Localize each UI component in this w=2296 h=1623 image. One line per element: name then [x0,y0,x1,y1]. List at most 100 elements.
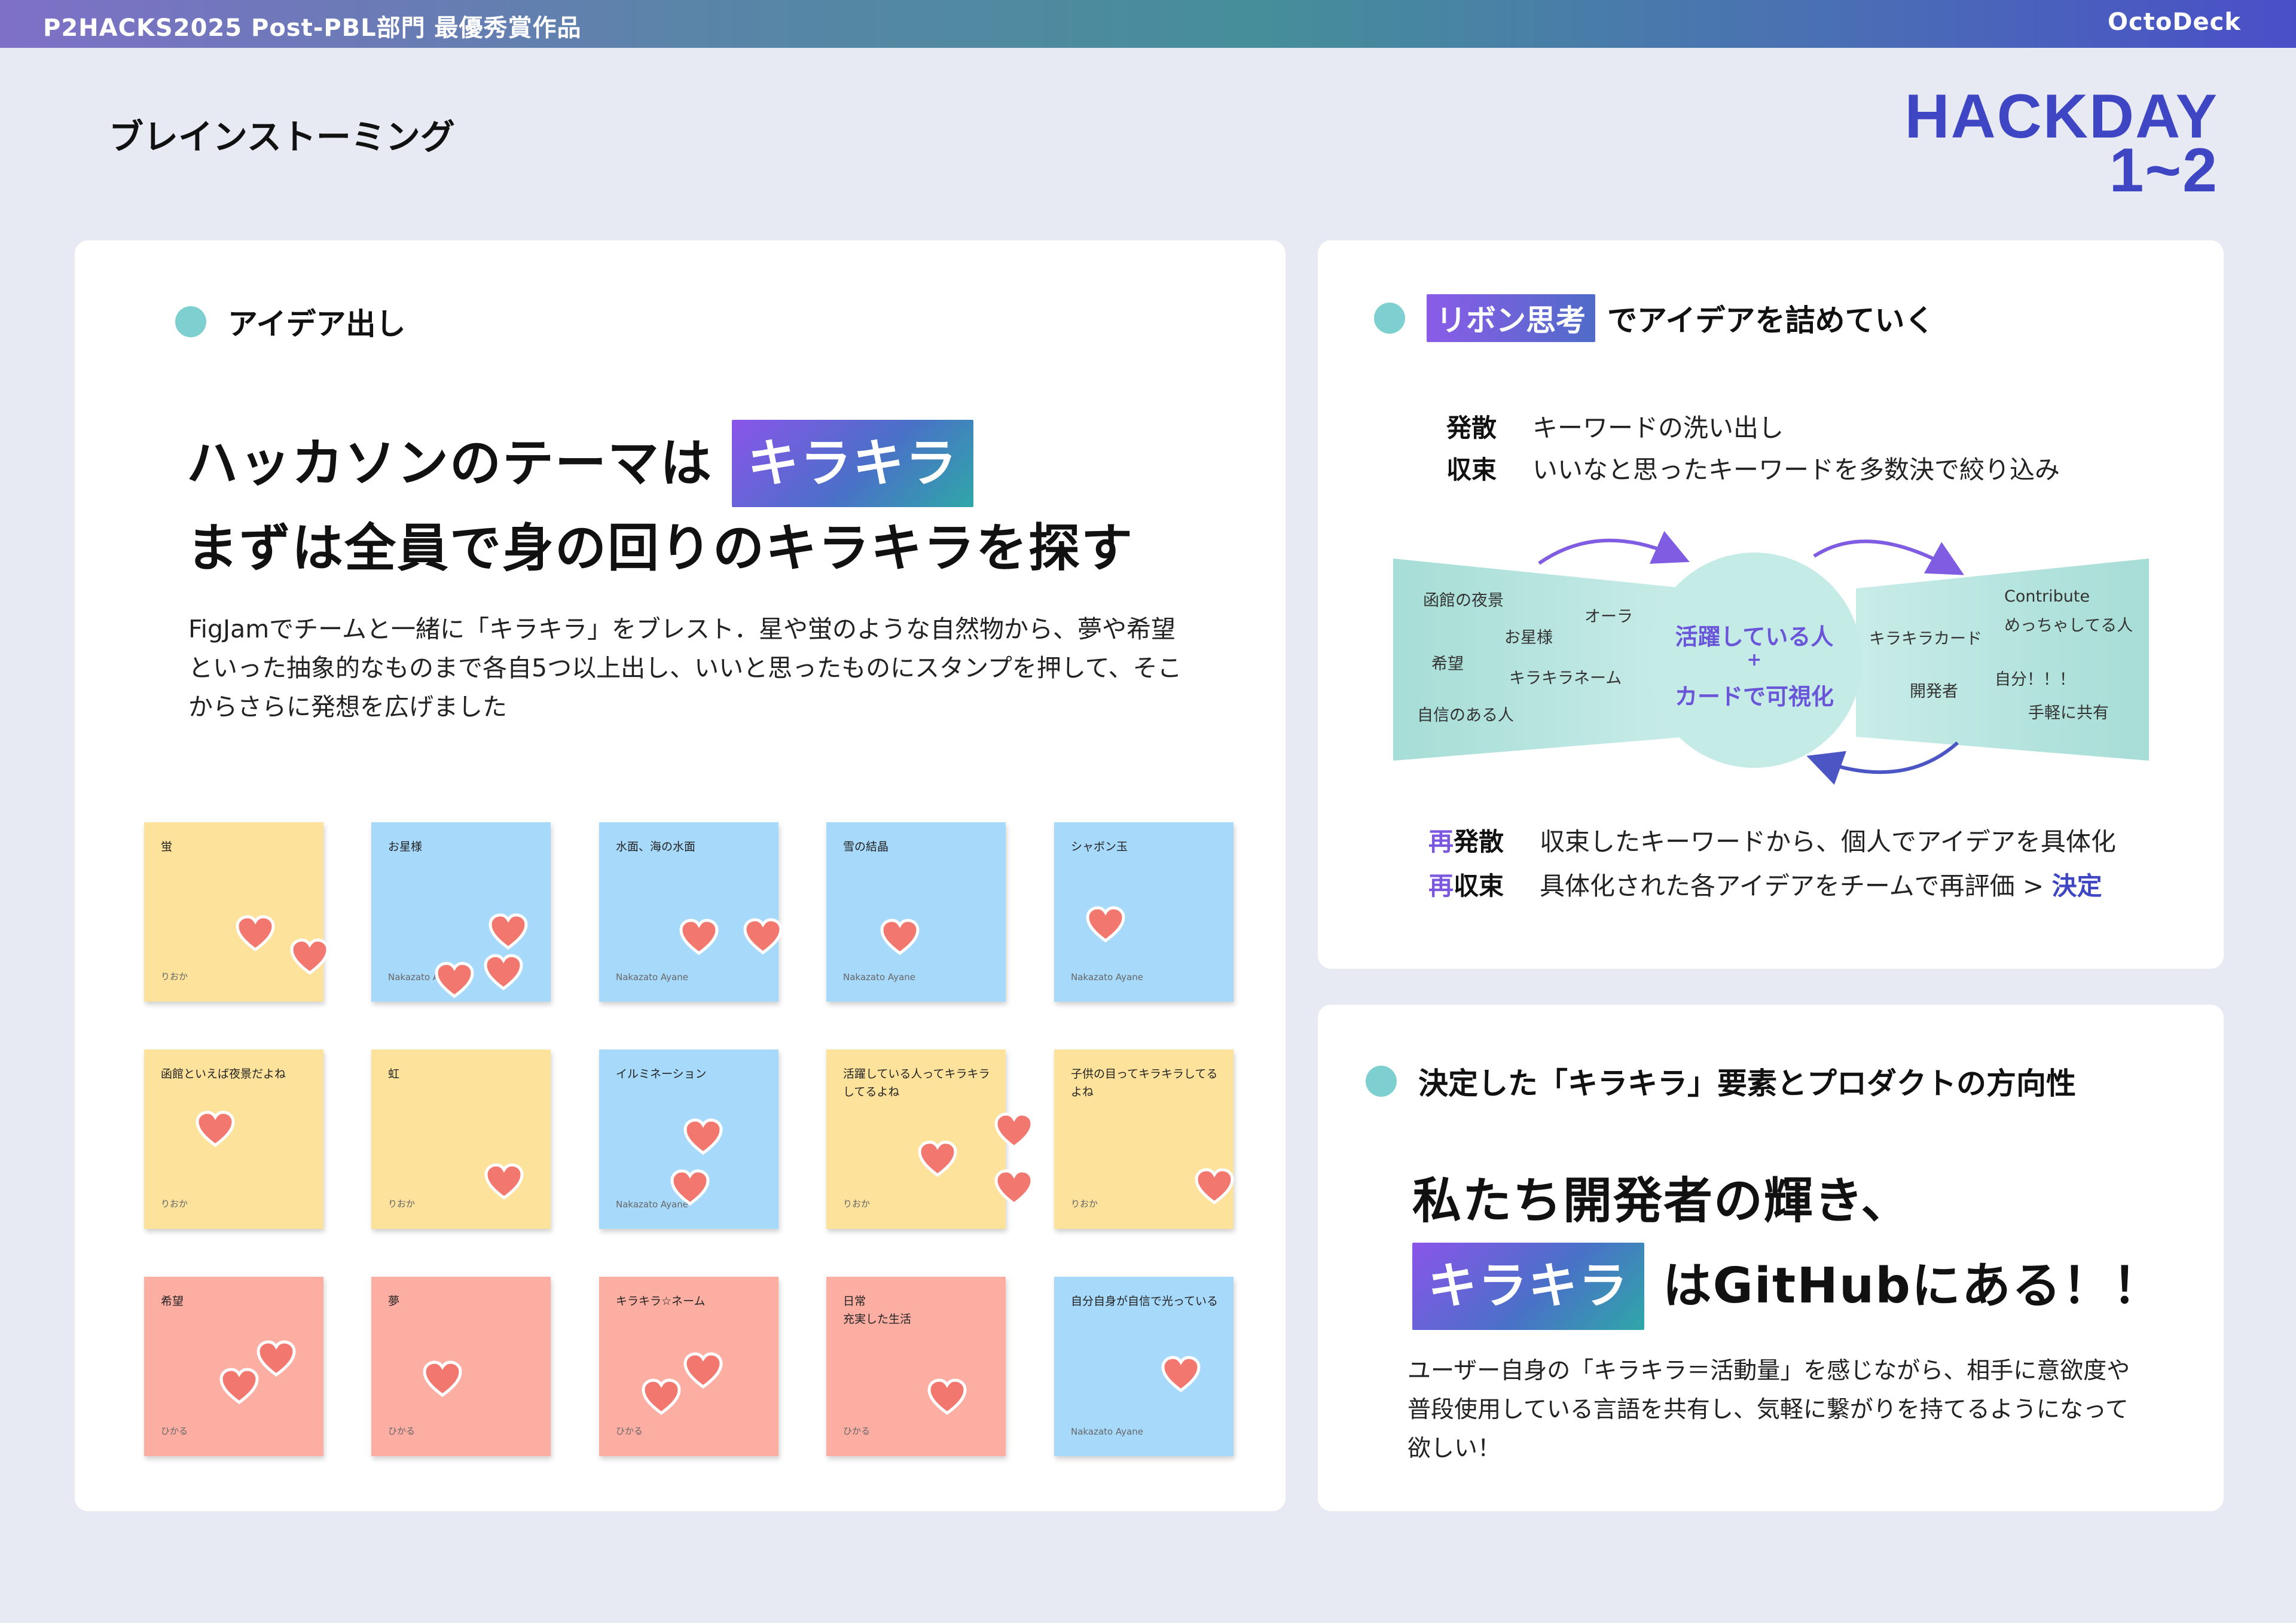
sticky-note-author: りおか [388,1198,416,1209]
sticky-note-author: Nakazato Ayane [1071,1426,1143,1437]
heart-stamp-icon [641,1378,682,1415]
re-converge-row: 再収束 具体化された各アイデアをチームで再評価 > 決定 [1428,866,2102,902]
sticky-note-text: 希望 [161,1295,184,1308]
heart-stamp-icon [1194,1168,1235,1205]
keyword: 希望 [1431,655,1464,673]
heart-stamp-icon [917,1140,958,1177]
sticky-note-author: Nakazato Ayane [1071,972,1143,983]
heart-stamp-icon [683,1118,723,1155]
sticky-note: 活躍している人ってキラキラしてるよねりおか [826,1050,1034,1229]
heart-stamp-icon [994,1112,1034,1149]
sticky-note-author: りおか [161,1198,188,1209]
heart-stamp-icon [483,954,524,991]
sticky-note-text: 自分自身が自信で光っている [1071,1295,1219,1308]
arrow-icon [1806,741,1959,785]
ideas-heading: アイデア出し [175,300,406,343]
sticky-note-text: 雪の結晶 [843,840,889,853]
heart-stamp-icon [670,1169,710,1206]
heart-stamp-icon [434,962,475,999]
heart-stamp-icon [235,915,276,952]
heart-stamp-icon [994,1169,1034,1206]
arrow-icon [1538,530,1690,565]
decided-heading-text: 決定した「キラキラ」要素とプロダクトの方向性 [1418,1066,2076,1101]
decided-para-line: 普段使用している言語を共有し、気軽に繋がりを持てるようになって [1407,1396,2129,1423]
kirakira-badge: キラキラ [731,420,973,507]
sticky-note: イルミネーション Nakazato Ayane [599,1050,778,1229]
heart-stamp-icon [1085,906,1126,943]
heart-stamp-icon [880,919,920,956]
top-banner: P2HACKS2025 Post-PBL部門 最優秀賞作品 OctoDeck [0,0,2296,48]
sticky-note-text: イルミネーション [616,1067,707,1081]
decided-card: 決定した「キラキラ」要素とプロダクトの方向性 私たち開発者の輝き、 キラキラ は… [1318,1005,2224,1511]
sticky-note: 自分自身が自信で光っている Nakazato Ayane [1054,1277,1234,1456]
center-plus: + [1747,649,1762,670]
sticky-note-text: 函館といえば夜景だよね [161,1067,286,1081]
sticky-note-text: 虹 [388,1067,400,1081]
ideas-para-line: からさらに発想を広げました [188,692,507,721]
keyword: めっちゃしてる人 [2004,617,2133,635]
keyword: 函館の夜景 [1423,591,1504,610]
sticky-note-text: お星様 [388,840,423,853]
heart-stamp-icon [683,1352,723,1389]
keyword: 自信のある人 [1417,706,1514,725]
re-prefix: 再 [1428,871,1454,901]
sticky-note: 雪の結晶 Nakazato Ayane [826,822,1006,1002]
sticky-note-author: りおか [843,1198,871,1209]
sticky-note: 夢ひかる [371,1277,551,1456]
arrow-icon [1813,539,1964,575]
heart-stamp-icon [679,919,719,956]
keyword: キラキラネーム [1509,669,1622,688]
product-name: OctoDeck [2108,8,2241,36]
sticky-note-author: ひかる [161,1426,188,1436]
bullet-dot-icon [1366,1066,1397,1097]
sticky-note-author: Nakazato Ayane [616,972,688,983]
keyword: お星様 [1504,629,1553,647]
sticky-note-text: 子供の目ってキラキラしてるよね [1071,1067,1218,1099]
sticky-note-text: 日常 充実した生活 [843,1295,912,1326]
ribbon-center: 活躍している人 + カードで可視化 [1647,553,1862,768]
bullet-dot-icon [175,306,206,337]
kirakira-badge: キラキラ [1412,1243,1645,1330]
heart-stamp-icon [256,1340,297,1377]
decided-para-line: 欲しい！ [1407,1435,1501,1462]
sticky-note-author: ひかる [843,1426,871,1436]
hackday-line2: 1~2 [2109,136,2218,205]
sticky-note-text: キラキラ☆ネーム [616,1295,706,1308]
ribbon-card: リボン思考 でアイデアを詰めていく 発散 キーワードの洗い出し 収束 いいなと思った… [1318,240,2224,969]
keyword: 手軽に共有 [2028,704,2109,722]
keyword: オーラ [1584,608,1633,626]
ideas-para-line: といった抽象的なものまで各自5つ以上出し、いいと思ったものにスタンプを押して、そ… [188,654,1182,682]
sticky-note-text: シャボン玉 [1071,840,1128,853]
heart-stamp-icon [488,913,529,950]
sticky-note: 函館といえば夜景だよね りおか [144,1050,323,1229]
decided-line1: 私たち開発者の輝き、 [1412,1173,1912,1230]
re-converge-key: 収束 [1454,871,1504,901]
headline-line2: まずは全員で身の回りのキラキラを探す [187,518,1134,578]
ideas-heading-text: アイデア出し [228,307,406,341]
heart-stamp-icon [219,1368,259,1405]
ideas-headline: ハッカソンのテーマは キラキラ まずは全員で身の回りのキラキラを探す [187,420,1134,590]
sticky-note: お星様 Nakazato Ayane [371,822,551,1002]
sticky-note: キラキラ☆ネーム ひかる [599,1277,778,1456]
sticky-note: シャボン玉 Nakazato Ayane [1054,822,1234,1002]
converge-wing [1856,559,2149,761]
sticky-note-text: 活躍している人ってキラキラしてるよね [843,1067,990,1099]
center-line1: 活躍している人 [1675,624,1834,650]
sticky-note-author: ひかる [616,1426,643,1436]
decided-para-line: ユーザー自身の「キラキラ＝活動量」を感じながら、相手に意欲度や [1407,1357,2130,1384]
headline-pre: ハッカソンのテーマは [187,434,713,493]
decided-line2: はGitHubにある！！ [1662,1258,2163,1314]
decided-heading: 決定した「キラキラ」要素とプロダクトの方向性 [1366,1060,2076,1103]
page-title: ブレインストーミング [109,117,455,157]
decided-paragraph: ユーザー自身の「キラキラ＝活動量」を感じながら、相手に意欲度や 普段使用している… [1407,1352,2130,1468]
ideas-paragraph: FigJamでチームと一緒に「キラキラ」をブレスト．星や蛍のような自然物から、夢… [188,610,1182,727]
keyword: 開発者 [1910,682,1958,701]
keyword: キラキラカード [1869,630,1982,648]
sticky-note-author: りおか [1071,1198,1098,1209]
sticky-note-author: ひかる [388,1426,416,1436]
sticky-note: 水面、海の水面 Nakazato Ayane [599,822,783,1002]
sticky-note-text: 蛍 [161,840,173,853]
sticky-note-author: Nakazato Ayane [843,972,915,983]
sticky-note: 希望 ひかる [144,1277,323,1456]
sticky-note-author: りおか [161,971,188,982]
